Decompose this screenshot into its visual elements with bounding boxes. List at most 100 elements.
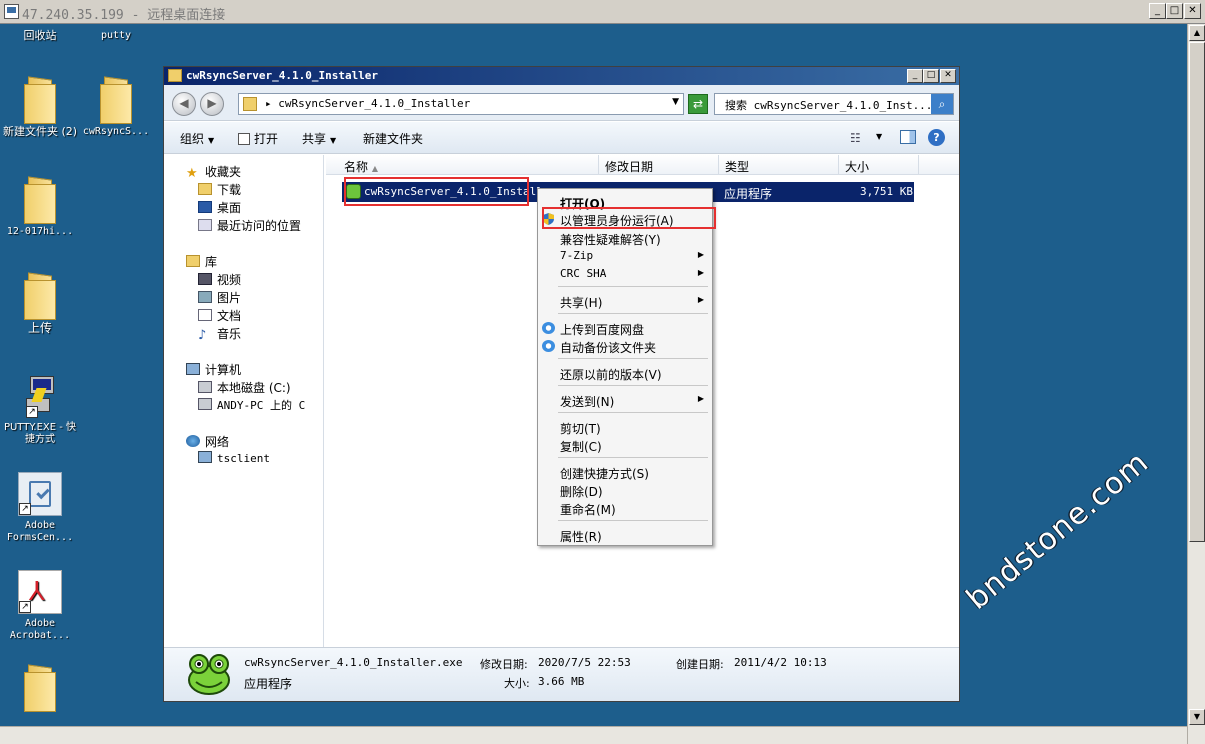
menu-item-auto-backup[interactable]: 自动备份该文件夹 — [538, 337, 712, 355]
menu-item-restore-previous[interactable]: 还原以前的版本(V) — [538, 364, 712, 382]
disk-icon — [198, 381, 212, 393]
menu-item-rename[interactable]: 重命名(M) — [538, 499, 712, 517]
menu-item-share[interactable]: 共享(H) ▶ — [538, 292, 712, 310]
nav-computer[interactable]: 计算机 — [186, 361, 241, 378]
open-button[interactable]: 打开 — [238, 130, 278, 147]
downloads-icon — [198, 183, 212, 195]
remote-desktop-title: 47.240.35.199 - 远程桌面连接 — [22, 8, 226, 23]
nav-libraries[interactable]: 库 — [186, 253, 217, 270]
menu-item-crc-sha[interactable]: CRC SHA ▶ — [538, 265, 712, 283]
nav-andy-pc[interactable]: ANDY-PC 上的 C — [198, 397, 305, 413]
network-drive-icon — [198, 398, 212, 410]
computer-icon: ↗ — [24, 374, 56, 418]
nav-recent[interactable]: 最近访问的位置 — [198, 217, 301, 234]
restore-button[interactable]: □ — [1166, 3, 1183, 19]
nav-pictures[interactable]: 图片 — [198, 289, 241, 306]
menu-separator — [558, 286, 708, 287]
minimize-button[interactable]: _ — [1149, 3, 1166, 19]
file-type-cell: 应用程序 — [724, 187, 773, 201]
share-button[interactable]: 共享 ▼ — [302, 130, 336, 147]
menu-separator — [558, 520, 708, 521]
menu-item-cut[interactable]: 剪切(T) — [538, 418, 712, 436]
close-button[interactable]: ✕ — [1184, 3, 1201, 19]
new-folder-button[interactable]: 新建文件夹 — [363, 130, 423, 147]
explorer-maximize-button[interactable]: □ — [923, 69, 939, 83]
desktop-icon-adobe-acrobat[interactable]: ⅄ ↗ Adobe Acrobat... — [2, 570, 78, 642]
details-modified-value: 2020/7/5 22:53 — [538, 656, 631, 669]
menu-item-upload-baidu[interactable]: 上传到百度网盘 — [538, 319, 712, 337]
explorer-title: cwRsyncServer_4.1.0_Installer — [186, 69, 379, 82]
folder-icon — [168, 69, 182, 82]
desktop-icon-12-017[interactable]: 12-017hi... — [2, 178, 78, 238]
horizontal-scrollbar[interactable] — [0, 726, 1187, 744]
details-filename: cwRsyncServer_4.1.0_Installer.exe — [244, 656, 463, 669]
nav-downloads[interactable]: 下载 — [198, 181, 241, 198]
nav-desktop[interactable]: 桌面 — [198, 199, 241, 216]
nav-local-disk[interactable]: 本地磁盘 (C:) — [198, 379, 291, 396]
address-input[interactable]: ▸ cwRsyncServer_4.1.0_Installer ▼ — [238, 93, 684, 115]
baidu-cloud-icon — [542, 340, 555, 352]
scroll-up-icon[interactable]: ▲ — [1189, 25, 1205, 41]
menu-item-troubleshoot[interactable]: 兼容性疑难解答(Y) — [538, 229, 712, 247]
help-icon[interactable]: ? — [928, 129, 945, 146]
nav-videos[interactable]: 视频 — [198, 271, 241, 288]
nav-favorites[interactable]: ★ 收藏夹 — [186, 163, 241, 181]
details-modified-label: 修改日期: — [480, 658, 528, 671]
context-menu: 打开(O) 以管理员身份运行(A) 兼容性疑难解答(Y) 7-Zip ▶ CRC … — [537, 188, 713, 546]
library-icon — [186, 255, 200, 267]
desktop-icon-cwrsync[interactable]: cwRsyncS... — [78, 78, 154, 138]
scroll-thumb[interactable] — [1189, 42, 1205, 542]
search-input[interactable]: 搜索 cwRsyncServer_4.1.0_Inst... ⌕ — [714, 93, 954, 115]
desktop-icon-new-folder-2[interactable]: 新建文件夹 (2) — [2, 78, 78, 138]
network-icon — [186, 435, 200, 447]
nav-music[interactable]: ♪ 音乐 — [198, 325, 241, 343]
chevron-down-icon[interactable]: ▼ — [672, 97, 679, 107]
nav-documents[interactable]: 文档 — [198, 307, 241, 324]
chevron-down-icon: ▼ — [330, 136, 337, 145]
folder-icon — [24, 178, 56, 224]
desktop-icon — [198, 201, 212, 213]
vertical-scrollbar[interactable]: ▲ ▼ — [1187, 24, 1205, 744]
nav-tsclient[interactable]: tsclient — [198, 451, 270, 465]
view-options-icon[interactable]: ☷ — [850, 131, 861, 145]
desktop-icon-adobe-formscentral[interactable]: ↗ Adobe FormsCen... — [2, 472, 78, 544]
menu-item-send-to[interactable]: 发送到(N) ▶ — [538, 391, 712, 409]
folder-icon — [24, 666, 56, 712]
search-icon[interactable]: ⌕ — [931, 94, 953, 114]
folder-icon — [100, 78, 132, 124]
desktop-icon-upload[interactable]: 上传 — [2, 274, 78, 334]
music-icon: ♪ — [198, 328, 207, 343]
desktop-icon-putty[interactable]: putty — [78, 26, 154, 42]
column-header-size[interactable]: 大小 — [845, 158, 869, 175]
menu-item-delete[interactable]: 删除(D) — [538, 481, 712, 499]
explorer-toolbar: 组织 ▼ 打开 共享 ▼ 新建文件夹 ☷ ▼ ? — [164, 122, 959, 154]
menu-separator — [558, 385, 708, 386]
preview-pane-icon[interactable] — [900, 130, 916, 144]
menu-item-create-shortcut[interactable]: 创建快捷方式(S) — [538, 463, 712, 481]
explorer-close-button[interactable]: ✕ — [940, 69, 956, 83]
desktop-icon-putty-shortcut[interactable]: ↗ PUTTY.EXE - 快捷方式 — [2, 374, 78, 446]
desktop-icon-folder-bottom[interactable] — [2, 666, 78, 712]
forward-icon[interactable]: ▶ — [200, 92, 224, 116]
column-header-modified[interactable]: 修改日期 — [605, 158, 653, 175]
refresh-button[interactable]: ⇄ — [688, 94, 708, 114]
column-header-name[interactable]: 名称 ▲ — [344, 158, 378, 175]
back-icon[interactable]: ◀ — [172, 92, 196, 116]
nav-network[interactable]: 网络 — [186, 433, 229, 450]
menu-separator — [558, 412, 708, 413]
organize-button[interactable]: 组织 ▼ — [180, 130, 214, 147]
chevron-down-icon[interactable]: ▼ — [876, 132, 882, 141]
explorer-minimize-button[interactable]: _ — [907, 69, 923, 83]
menu-item-7zip[interactable]: 7-Zip ▶ — [538, 247, 712, 265]
remote-desktop-icon — [4, 4, 19, 19]
scroll-down-icon[interactable]: ▼ — [1189, 709, 1205, 725]
shortcut-arrow-icon: ↗ — [19, 503, 31, 515]
menu-item-properties[interactable]: 属性(R) — [538, 526, 712, 544]
desktop-icon-recycle-bin[interactable]: 回收站 — [2, 26, 78, 42]
star-icon: ★ — [186, 166, 198, 181]
remote-desktop-titlebar: 47.240.35.199 - 远程桌面连接 _ □ ✕ — [0, 0, 1205, 24]
menu-item-copy[interactable]: 复制(C) — [538, 436, 712, 454]
frog-app-icon — [188, 654, 230, 695]
column-header-type[interactable]: 类型 — [725, 158, 749, 175]
menu-separator — [558, 313, 708, 314]
